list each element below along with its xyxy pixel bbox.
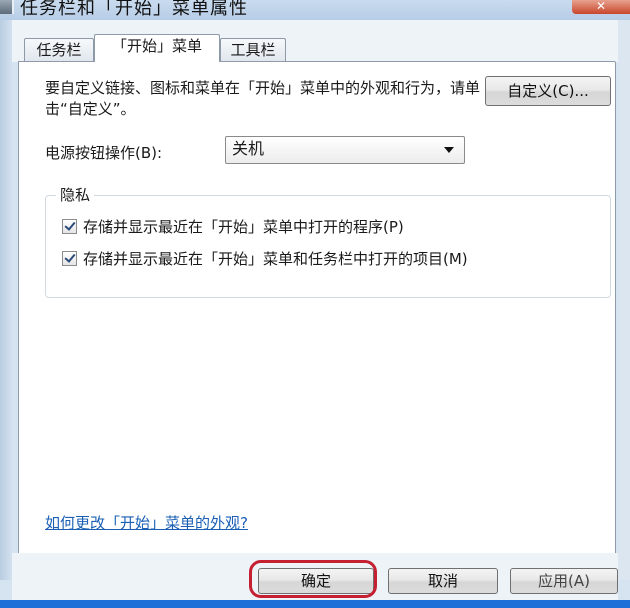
power-button-label: 电源按钮操作(B): bbox=[45, 144, 163, 162]
tab-toolbars[interactable]: 工具栏 bbox=[220, 38, 286, 61]
help-link[interactable]: 如何更改「开始」菜单的外观? bbox=[45, 512, 248, 533]
close-button[interactable]: ✕ bbox=[572, 0, 630, 14]
start-menu-panel: 要自定义链接、图标和菜单在「开始」菜单中的外观和行为，请单击“自定义”。 自定义… bbox=[18, 61, 616, 555]
close-icon: ✕ bbox=[595, 0, 607, 13]
privacy-group-title: 隐私 bbox=[56, 184, 95, 205]
ok-button-highlight bbox=[249, 560, 377, 598]
recent-programs-label: 存储并显示最近在「开始」菜单中打开的程序(P) bbox=[83, 218, 404, 236]
apply-button[interactable]: 应用(A) bbox=[510, 568, 618, 594]
privacy-recent-programs[interactable]: 存储并显示最近在「开始」菜单中打开的程序(P) bbox=[62, 216, 404, 236]
tab-taskbar[interactable]: 任务栏 bbox=[24, 38, 94, 61]
recent-programs-checkbox[interactable] bbox=[62, 219, 77, 234]
window-title: 任务栏和「开始」菜单属性 bbox=[20, 0, 248, 19]
recent-items-label: 存储并显示最近在「开始」菜单和任务栏中打开的项目(M) bbox=[83, 250, 468, 268]
tab-start-menu[interactable]: 「开始」菜单 bbox=[94, 34, 220, 62]
window-left-edge bbox=[0, 20, 12, 580]
tab-strip: 任务栏 「开始」菜单 工具栏 bbox=[12, 20, 618, 62]
window-right-edge bbox=[618, 20, 630, 580]
app-icon bbox=[0, 0, 14, 14]
customize-button[interactable]: 自定义(C)... bbox=[485, 76, 611, 106]
taskbar-strip bbox=[0, 600, 630, 608]
recent-items-checkbox[interactable] bbox=[62, 251, 77, 266]
dropdown-arrow-icon bbox=[444, 147, 454, 153]
privacy-recent-items[interactable]: 存储并显示最近在「开始」菜单和任务栏中打开的项目(M) bbox=[62, 248, 468, 268]
privacy-group: 隐私 存储并显示最近在「开始」菜单中打开的程序(P) 存储并显示最近在「开始」菜… bbox=[45, 184, 611, 298]
title-bar: 任务栏和「开始」菜单属性 ✕ bbox=[0, 0, 630, 20]
power-button-value: 关机 bbox=[232, 139, 265, 158]
customize-description: 要自定义链接、图标和菜单在「开始」菜单中的外观和行为，请单击“自定义”。 bbox=[45, 79, 481, 118]
power-button-select[interactable]: 关机 bbox=[225, 136, 465, 164]
cancel-button[interactable]: 取消 bbox=[388, 568, 498, 594]
